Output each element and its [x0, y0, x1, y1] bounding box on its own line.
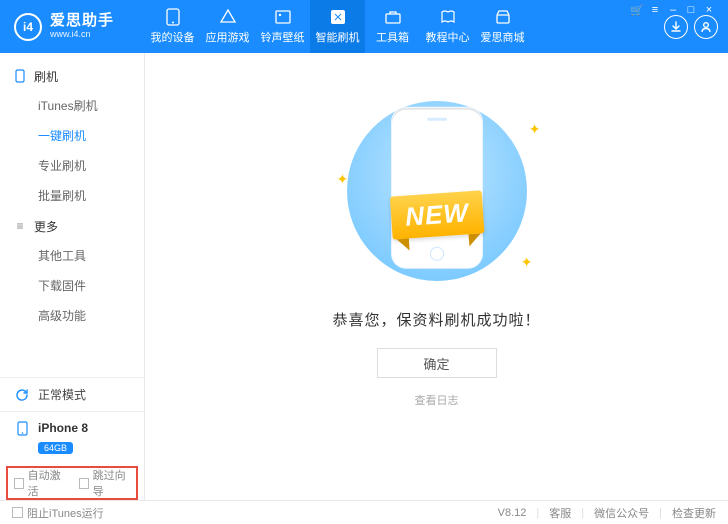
sparkle-icon: ✦: [337, 171, 349, 188]
device-name: iPhone 8: [38, 421, 88, 435]
download-button[interactable]: [664, 15, 688, 39]
logo-icon: i4: [14, 13, 42, 41]
sidebar-item-pro-flash[interactable]: 专业刷机: [0, 151, 144, 181]
sidebar-section-more[interactable]: ≡ 更多: [0, 211, 144, 241]
main-nav: 我的设备 应用游戏 铃声壁纸 智能刷机 工具箱 教程中心 爱思商城: [145, 0, 664, 53]
close-button[interactable]: ×: [702, 3, 716, 17]
nav-tutorial[interactable]: 教程中心: [420, 0, 475, 53]
device-mode-label: 正常模式: [38, 386, 86, 403]
refresh-icon: [14, 387, 30, 403]
device-icon: [14, 420, 30, 436]
skip-guide-checkbox[interactable]: 跳过向导: [79, 467, 130, 499]
support-link[interactable]: 客服: [549, 505, 571, 521]
check-update-link[interactable]: 检查更新: [672, 505, 716, 521]
auto-activate-checkbox[interactable]: 自动激活: [14, 467, 65, 499]
sidebar-item-itunes-flash[interactable]: iTunes刷机: [0, 91, 144, 121]
app-url: www.i4.cn: [50, 30, 114, 40]
sidebar: 刷机 iTunes刷机 一键刷机 专业刷机 批量刷机 ≡ 更多 其他工具 下载固…: [0, 53, 145, 500]
device-mode-row[interactable]: 正常模式: [0, 378, 144, 412]
main-content: NEW ✦ ✦ ✦ 恭喜您，保资料刷机成功啦！ 确定 查看日志: [145, 53, 728, 500]
new-ribbon: NEW: [389, 190, 483, 239]
device-capacity-badge: 64GB: [38, 442, 73, 454]
phone-icon: [164, 8, 182, 26]
bottom-options-highlight: 自动激活 跳过向导: [6, 466, 138, 500]
view-log-link[interactable]: 查看日志: [415, 392, 459, 408]
sidebar-item-oneclick-flash[interactable]: 一键刷机: [0, 121, 144, 151]
flash-icon: [329, 8, 347, 26]
checkbox-icon: [14, 478, 24, 489]
nav-ringtone[interactable]: 铃声壁纸: [255, 0, 310, 53]
sidebar-item-batch-flash[interactable]: 批量刷机: [0, 181, 144, 211]
minimize-button[interactable]: –: [666, 3, 680, 17]
sparkle-icon: ✦: [521, 254, 533, 271]
nav-flash[interactable]: 智能刷机: [310, 0, 365, 53]
nav-my-device[interactable]: 我的设备: [145, 0, 200, 53]
checkbox-icon: [79, 478, 89, 489]
app-header: i4 爱思助手 www.i4.cn 我的设备 应用游戏 铃声壁纸 智能刷机 工具…: [0, 0, 728, 53]
menu-button[interactable]: ≡: [648, 3, 662, 17]
toolbox-icon: [384, 8, 402, 26]
image-icon: [274, 8, 292, 26]
app-logo[interactable]: i4 爱思助手 www.i4.cn: [0, 0, 145, 53]
apps-icon: [219, 8, 237, 26]
success-illustration: NEW ✦ ✦ ✦: [327, 91, 547, 291]
maximize-button[interactable]: □: [684, 3, 698, 17]
book-icon: [439, 8, 457, 26]
sidebar-item-other-tools[interactable]: 其他工具: [0, 241, 144, 271]
nav-apps[interactable]: 应用游戏: [200, 0, 255, 53]
sidebar-section-flash[interactable]: 刷机: [0, 61, 144, 91]
menu-icon: ≡: [14, 220, 26, 232]
device-row[interactable]: iPhone 8 64GB: [0, 412, 144, 464]
sidebar-item-advanced[interactable]: 高级功能: [0, 301, 144, 331]
block-itunes-checkbox[interactable]: 阻止iTunes运行: [12, 505, 104, 521]
nav-store[interactable]: 爱思商城: [475, 0, 530, 53]
success-message: 恭喜您，保资料刷机成功啦！: [332, 309, 540, 330]
user-button[interactable]: [694, 15, 718, 39]
checkbox-icon: [12, 507, 23, 518]
sparkle-icon: ✦: [529, 121, 541, 138]
footer-bar: 阻止iTunes运行 V8.12 | 客服 | 微信公众号 | 检查更新: [0, 500, 728, 524]
wechat-link[interactable]: 微信公众号: [594, 505, 649, 521]
store-icon: [494, 8, 512, 26]
sidebar-item-download-firmware[interactable]: 下载固件: [0, 271, 144, 301]
cart-button[interactable]: 🛒: [630, 3, 644, 17]
nav-toolbox[interactable]: 工具箱: [365, 0, 420, 53]
confirm-button[interactable]: 确定: [377, 348, 497, 378]
app-title: 爱思助手: [50, 13, 114, 30]
version-label: V8.12: [498, 507, 527, 519]
window-controls: 🛒 ≡ – □ ×: [630, 3, 716, 17]
phone-outline-icon: [14, 70, 26, 82]
